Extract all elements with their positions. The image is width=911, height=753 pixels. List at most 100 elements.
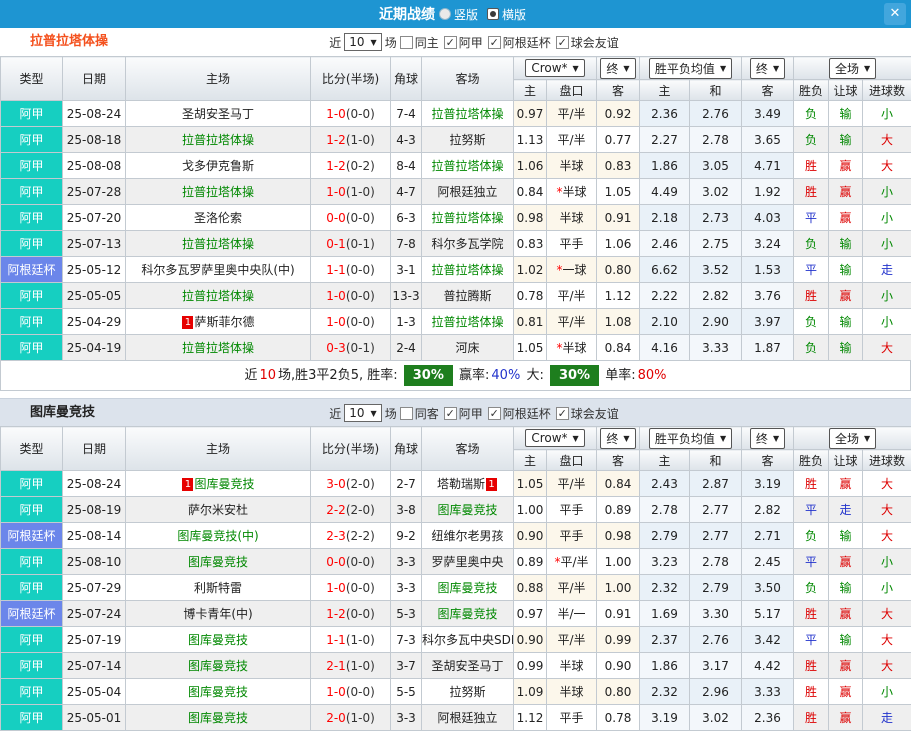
home-team-cell: 圣洛伦索: [125, 204, 311, 231]
wdl-average-select[interactable]: 胜平负均值 ▼: [648, 57, 733, 79]
score-cell: 1-0(0-0): [310, 574, 391, 601]
match-table: 类型 日期 主场 比分(半场) 角球 客场 Crow* ▼ 终 ▼ 胜平负均值 ▼: [0, 56, 911, 361]
halftime-score: (0-1): [345, 340, 375, 355]
fulltime-select[interactable]: 全场 ▼: [828, 57, 877, 79]
goals-result-cell: 大: [862, 152, 911, 179]
team-name-text: 科尔多瓦罗萨里奥中央队(中): [141, 263, 295, 277]
result-cell: 负: [793, 574, 830, 601]
home-team-cell: 图库曼竞技(中): [125, 522, 311, 549]
league-type-cell: 阿甲: [0, 704, 63, 731]
score-cell: 2-3(2-2): [310, 522, 391, 549]
lose-avg-cell: 3.76: [741, 282, 795, 309]
odds-final-select[interactable]: 终 ▼: [600, 427, 636, 449]
fulltime-select[interactable]: 全场 ▼: [828, 427, 877, 449]
summary-segment: 大:: [522, 368, 548, 383]
away-odds-cell: 1.06: [596, 230, 640, 257]
lose-avg-cell: 2.36: [741, 704, 795, 731]
wdl-final-select[interactable]: 终 ▼: [749, 57, 786, 79]
league-type-cell: 阿甲: [0, 678, 63, 705]
close-button[interactable]: ✕: [884, 3, 906, 25]
sections-container: 拉普拉塔体操 近 10 ▼ 场 同主 ✓ 阿甲 ✓ 阿根廷杯 ✓ 球会友谊 类型…: [0, 28, 911, 731]
halftime-score: (0-0): [345, 106, 375, 121]
sub-header-draw-avg: 和: [688, 79, 743, 101]
draw-avg-cell: 2.77: [688, 496, 743, 523]
draw-avg-cell: 2.75: [688, 230, 743, 257]
filter-checkbox[interactable]: ✓: [555, 406, 569, 420]
matches-unit-label: 场: [384, 406, 397, 421]
match-row: 阿甲 25-05-04 图库曼竞技 1-0(0-0) 5-5 拉努斯 1.09 …: [0, 678, 911, 705]
away-team-cell: 科尔多瓦中央SDE: [421, 626, 514, 653]
date-cell: 25-07-19: [62, 626, 126, 653]
filter-checkbox[interactable]: ✓: [443, 35, 457, 49]
layout-radio[interactable]: [487, 8, 499, 20]
match-row: 阿甲 25-08-08 戈多伊克鲁斯 1-2(0-2) 8-4 拉普拉塔体操 1…: [0, 152, 911, 179]
layout-radio[interactable]: [438, 8, 451, 20]
away-team-cell: 图库曼竞技: [421, 574, 514, 601]
home-team-cell: 拉普拉塔体操: [125, 178, 311, 205]
halftime-score: (0-2): [345, 158, 375, 173]
filter-checkbox[interactable]: [399, 406, 413, 420]
away-odds-cell: 0.80: [596, 256, 640, 283]
handicap-result-cell: 输: [828, 522, 864, 549]
wdl-final-select[interactable]: 终 ▼: [749, 427, 786, 449]
odds-provider-select[interactable]: Crow* ▼: [525, 429, 585, 447]
wdl-average-select[interactable]: 胜平负均值 ▼: [648, 427, 733, 449]
odds-provider-select[interactable]: Crow* ▼: [525, 59, 585, 77]
score-cell: 1-2(0-2): [310, 152, 391, 179]
away-odds-cell: 0.78: [596, 704, 640, 731]
sub-header-home-odds: 主: [513, 449, 547, 471]
away-team-cell: 阿根廷独立: [421, 178, 514, 205]
win-avg-cell: 1.86: [639, 652, 690, 679]
date-cell: 25-08-24: [62, 470, 126, 497]
filter-checkbox-label: 阿甲: [458, 35, 483, 50]
home-odds-cell: 0.84: [513, 178, 547, 205]
match-count-select[interactable]: 10 ▼: [344, 33, 382, 51]
away-team-cell: 拉普拉塔体操: [421, 308, 514, 335]
layout-radio-group: 竖版 横版: [438, 6, 532, 23]
fulltime-score: 2-1: [326, 658, 346, 673]
corner-cell: 6-3: [390, 204, 422, 231]
league-type-cell: 阿甲: [0, 496, 63, 523]
odds-final-select[interactable]: 终 ▼: [600, 57, 636, 79]
halftime-score: (1-0): [345, 658, 375, 673]
handicap-result-cell: 赢: [828, 470, 864, 497]
league-type-cell: 阿甲: [0, 282, 63, 309]
lose-avg-cell: 3.33: [741, 678, 795, 705]
col-header-away: 客场: [421, 426, 514, 471]
filter-checkbox[interactable]: ✓: [555, 35, 569, 49]
filter-checkbox-label: 同客: [414, 406, 439, 421]
sub-header-handicap: 盘口: [546, 449, 597, 471]
goals-result-cell: 小: [862, 204, 911, 231]
handicap-cell: 平/半: [546, 626, 597, 653]
filter-checkbox[interactable]: [399, 35, 413, 49]
col-header-score: 比分(半场): [310, 56, 391, 101]
away-odds-cell: 1.05: [596, 178, 640, 205]
odds-final-header: 终 ▼: [596, 56, 640, 80]
fulltime-header: 全场 ▼: [793, 426, 911, 450]
match-row: 阿根廷杯 25-08-14 图库曼竞技(中) 2-3(2-2) 9-2 纽维尔老…: [0, 522, 911, 549]
sub-header-home-odds: 主: [513, 79, 547, 101]
home-team-cell: 圣胡安圣马丁: [125, 100, 311, 127]
win-avg-cell: 2.79: [639, 522, 690, 549]
fulltime-score: 3-0: [326, 476, 346, 491]
match-table: 类型 日期 主场 比分(半场) 角球 客场 Crow* ▼ 终 ▼ 胜平负均值 ▼: [0, 426, 911, 731]
handicap-result-cell: 输: [828, 230, 864, 257]
date-cell: 25-07-14: [62, 652, 126, 679]
draw-avg-cell: 3.30: [688, 600, 743, 627]
draw-avg-cell: 3.33: [688, 334, 743, 361]
filter-checkbox[interactable]: ✓: [443, 406, 457, 420]
fulltime-score: 1-2: [326, 132, 346, 147]
draw-avg-cell: 2.77: [688, 522, 743, 549]
filter-checkbox[interactable]: ✓: [487, 406, 501, 420]
filter-checkbox[interactable]: ✓: [487, 35, 501, 49]
lose-avg-cell: 4.03: [741, 204, 795, 231]
corner-cell: 1-3: [390, 308, 422, 335]
sub-header-draw-avg: 和: [688, 449, 743, 471]
halftime-score: (0-0): [345, 210, 375, 225]
handicap-cell: 平手: [546, 704, 597, 731]
result-cell: 胜: [793, 678, 830, 705]
matches-unit-label: 场: [384, 35, 397, 50]
match-count-select[interactable]: 10 ▼: [344, 404, 382, 422]
away-team-cell: 拉普拉塔体操: [421, 204, 514, 231]
home-odds-cell: 0.90: [513, 626, 547, 653]
